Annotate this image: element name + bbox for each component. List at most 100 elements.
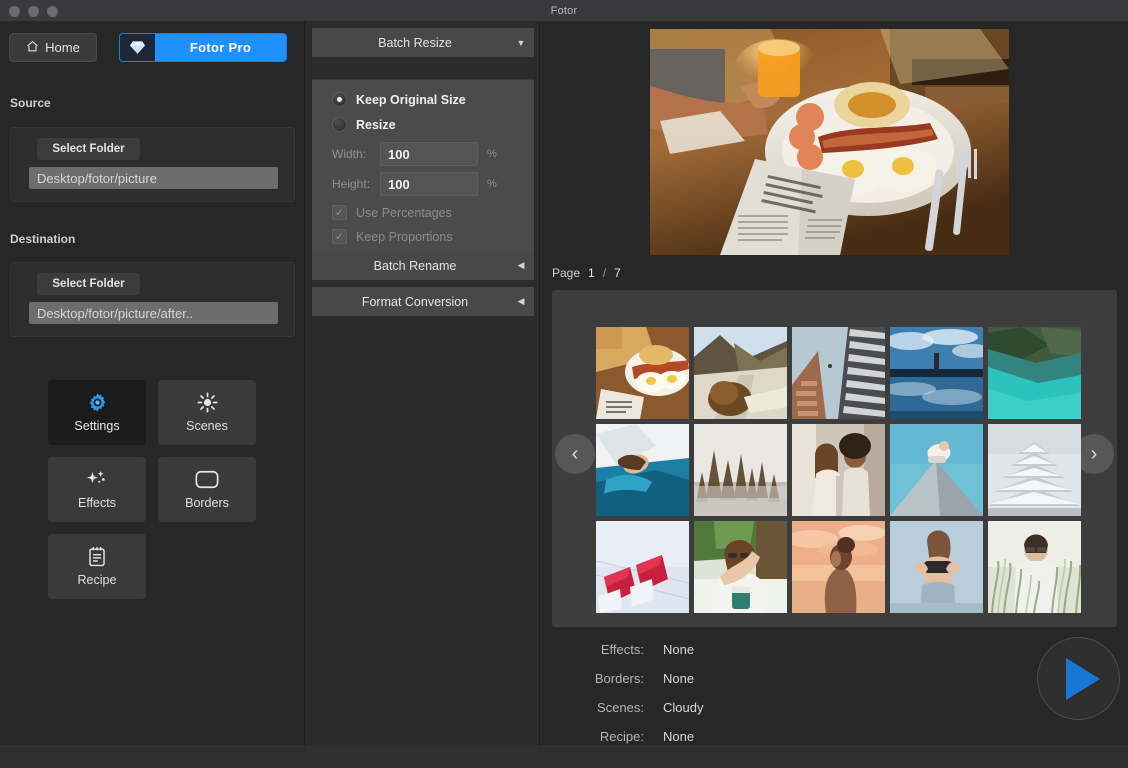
chevron-left-icon[interactable]: ◀ [508, 296, 534, 307]
width-label: Width: [332, 147, 367, 161]
tool-scenes-label: Scenes [186, 419, 228, 433]
summary-row-scenes: Scenes: Cloudy [552, 700, 703, 715]
middle-panel: Batch Resize ▼ Keep Original Size Resize… [306, 22, 540, 745]
checkmark-icon[interactable]: ✓ [332, 205, 347, 220]
height-label: Height: [332, 177, 371, 191]
chevron-left-icon[interactable]: ◀ [508, 260, 534, 271]
batch-resize-header[interactable]: Batch Resize ▼ [312, 28, 534, 57]
tool-scenes[interactable]: Scenes [158, 380, 256, 445]
height-input[interactable]: 100 [380, 172, 478, 196]
thumbnail-foggy-forest[interactable] [694, 424, 787, 516]
format-conversion-title: Format Conversion [361, 294, 469, 309]
checkbox-keep-proportions-label: Keep Proportions [356, 229, 453, 244]
tool-effects[interactable]: Effects [48, 457, 146, 522]
option-keep-original-size-label: Keep Original Size [356, 92, 466, 107]
play-icon [1065, 657, 1100, 700]
middle-panel-bottom-bar [306, 745, 540, 768]
thumbnail-man-in-grass[interactable] [988, 521, 1081, 613]
thumbnail-person-blue-bed[interactable] [596, 424, 689, 516]
batch-rename-header[interactable]: Batch Rename ◀ [312, 251, 534, 280]
thumbnail-white-pyramid[interactable] [988, 424, 1081, 516]
sidebar-top-buttons: Home Fotor Pro [9, 33, 287, 62]
source-folder-box: Select Folder Desktop/fotor/picture [10, 127, 295, 202]
gear-icon [87, 392, 108, 412]
tool-recipe-label: Recipe [77, 573, 117, 587]
source-path-field[interactable]: Desktop/fotor/picture [29, 167, 278, 189]
summary-value-effects: None [663, 642, 695, 657]
left-sidebar: Home Fotor Pro Source Select Folder Desk… [0, 22, 305, 745]
tool-recipe[interactable]: Recipe [48, 534, 146, 599]
fotor-app-window: Fotor Home Fotor Pro Source Select Folde… [0, 0, 1128, 768]
checkbox-use-percentages[interactable]: ✓ Use Percentages [332, 205, 534, 220]
summary-list: Effects: None Borders: None Scenes: Clou… [552, 642, 704, 758]
summary-key-effects: Effects: [600, 642, 644, 657]
summary-key-borders: Borders: [594, 671, 644, 686]
right-panel-bottom-bar [541, 745, 1128, 768]
thumbnail-zone: ‹ › [552, 290, 1117, 627]
page-total: 7 [614, 266, 621, 280]
fotor-pro-label: Fotor Pro [155, 34, 286, 61]
tool-effects-label: Effects [78, 496, 116, 510]
thumbnail-red-flags[interactable] [596, 521, 689, 613]
thumbnail-figure-on-peak[interactable] [890, 424, 983, 516]
summary-key-scenes: Scenes: [597, 700, 644, 715]
thumbnail-building-upward[interactable] [792, 327, 885, 419]
chevron-down-icon[interactable]: ▼ [508, 38, 534, 48]
radio-keep-original-size[interactable] [332, 92, 347, 107]
summary-key-recipe: Recipe: [599, 729, 644, 744]
width-unit: % [487, 148, 497, 160]
width-input[interactable]: 100 [380, 142, 478, 166]
summary-row-effects: Effects: None [552, 642, 703, 657]
option-resize-label: Resize [356, 117, 396, 132]
option-keep-original-size[interactable]: Keep Original Size [332, 92, 534, 107]
home-button-label: Home [45, 40, 80, 55]
page-label: Page [552, 266, 581, 280]
page-current: 1 [588, 266, 595, 280]
thumbnail-mountain-road[interactable] [694, 327, 787, 419]
summary-row-recipe: Recipe: None [552, 729, 703, 744]
thumbnail-breakfast-plate[interactable] [596, 327, 689, 419]
home-button[interactable]: Home [9, 33, 97, 62]
radio-resize[interactable] [332, 117, 347, 132]
batch-resize-body: Keep Original Size Resize Width: 100 % H… [312, 79, 534, 271]
frame-icon [195, 469, 219, 489]
source-section-label: Source [10, 96, 51, 110]
checkbox-keep-proportions[interactable]: ✓ Keep Proportions [332, 229, 534, 244]
option-resize[interactable]: Resize [332, 117, 534, 132]
page-separator: / [602, 266, 607, 280]
thumbnail-woman-glasses-drink[interactable] [694, 521, 787, 613]
destination-folder-box: Select Folder Desktop/fotor/picture/afte… [10, 262, 295, 337]
destination-section-label: Destination [10, 232, 76, 246]
chevron-left-icon[interactable]: ‹ [555, 434, 595, 474]
tool-borders-label: Borders [185, 496, 229, 510]
height-unit: % [487, 178, 497, 190]
checkbox-use-percentages-label: Use Percentages [356, 205, 452, 220]
thumbnail-grid [596, 327, 1081, 613]
sun-icon [196, 391, 218, 413]
thumbnail-turquoise-lake[interactable] [988, 327, 1081, 419]
thumbnail-woman-sunset[interactable] [792, 521, 885, 613]
width-row: Width: 100 % [332, 142, 534, 166]
title-bar: Fotor [0, 0, 1128, 22]
batch-rename-title: Batch Rename [373, 258, 457, 273]
destination-path-field[interactable]: Desktop/fotor/picture/after.. [29, 302, 278, 324]
start-button[interactable] [1037, 637, 1120, 720]
thumbnail-two-women[interactable] [792, 424, 885, 516]
checkmark-icon[interactable]: ✓ [332, 229, 347, 244]
tool-settings-label: Settings [74, 419, 120, 433]
thumbnail-woman-crop-top[interactable] [890, 521, 983, 613]
page-indicator: Page 1 / 7 [552, 266, 621, 280]
thumbnail-bridge-sea[interactable] [890, 327, 983, 419]
preview-image[interactable] [650, 29, 1009, 255]
tool-borders[interactable]: Borders [158, 457, 256, 522]
summary-value-borders: None [663, 671, 695, 686]
source-select-folder-button[interactable]: Select Folder [37, 138, 140, 160]
destination-select-folder-button[interactable]: Select Folder [37, 273, 140, 295]
sparkle-icon [86, 469, 108, 489]
format-conversion-header[interactable]: Format Conversion ◀ [312, 287, 534, 316]
fotor-pro-button[interactable]: Fotor Pro [119, 33, 287, 62]
height-row: Height: 100 % [332, 172, 534, 196]
batch-resize-title: Batch Resize [378, 35, 452, 50]
tool-settings[interactable]: Settings [48, 380, 146, 445]
home-icon [26, 40, 39, 56]
